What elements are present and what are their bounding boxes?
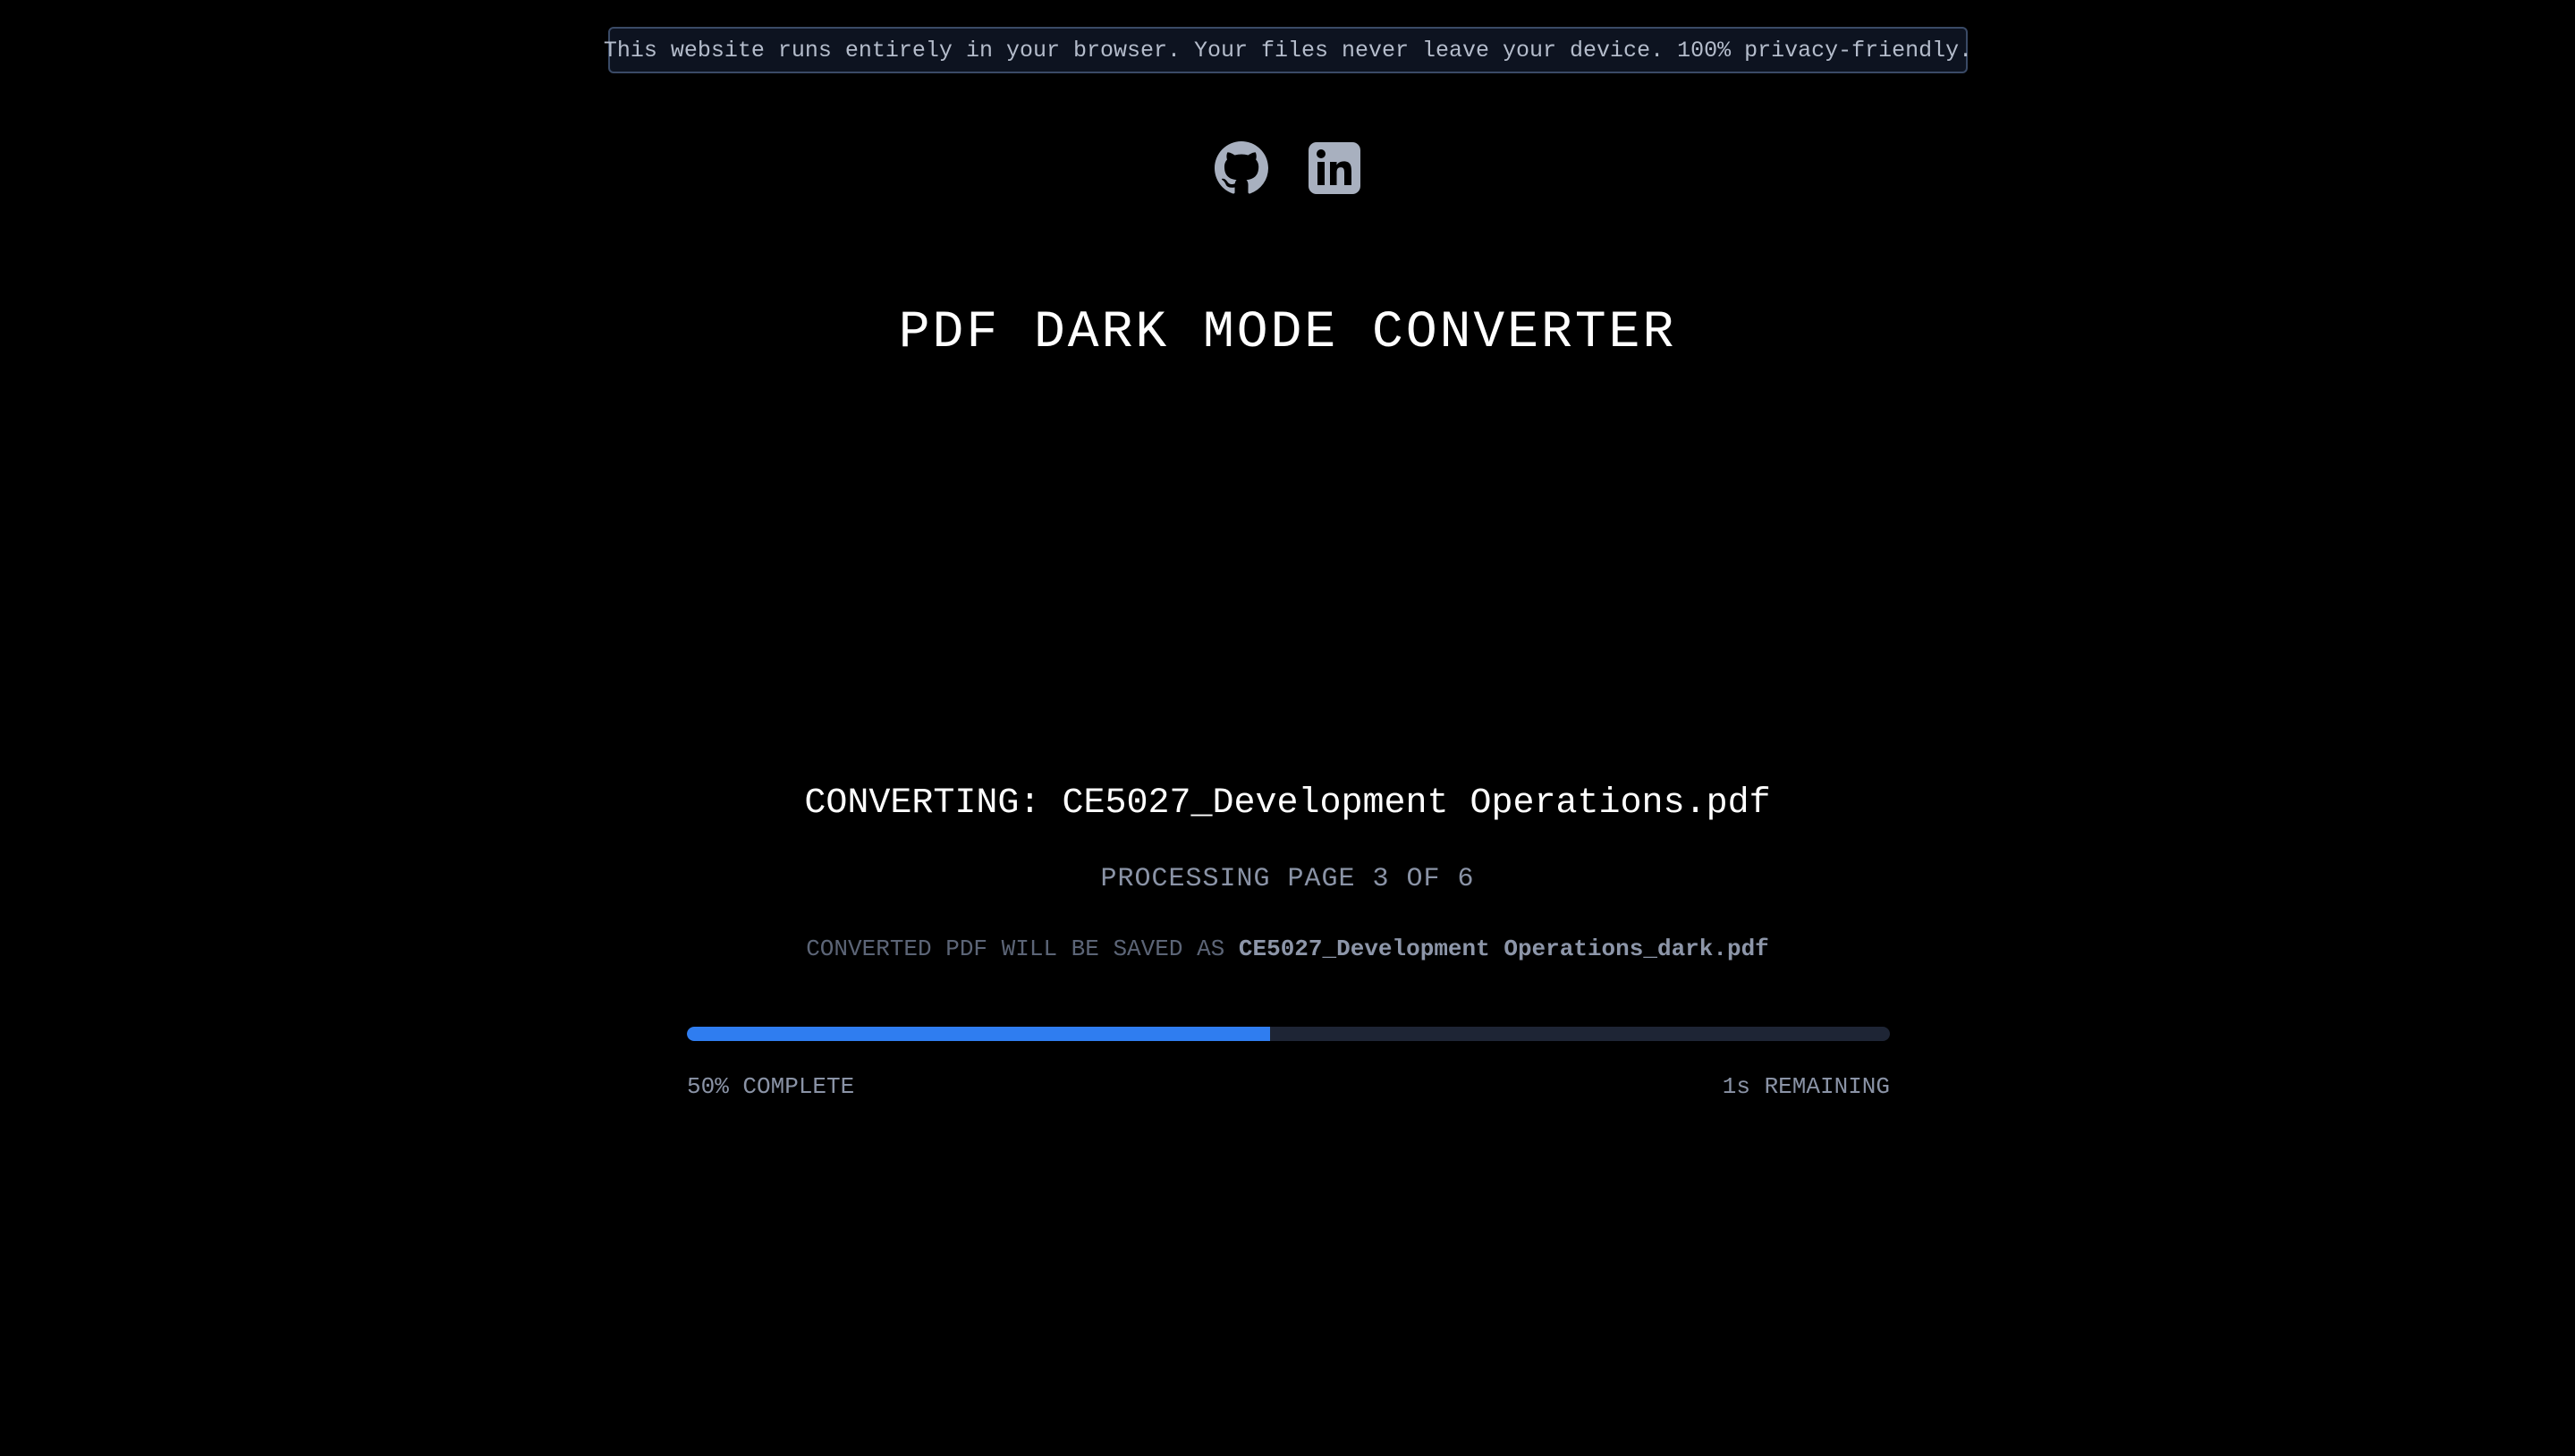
page: This website runs entirely in your brows… bbox=[0, 0, 2575, 1456]
social-links bbox=[0, 141, 2575, 195]
output-filename-note: CONVERTED PDF WILL BE SAVED AS CE5027_De… bbox=[0, 935, 2575, 962]
linkedin-link[interactable] bbox=[1308, 141, 1361, 195]
progress-percent: 50% COMPLETE bbox=[687, 1073, 855, 1100]
github-icon bbox=[1214, 141, 1268, 194]
privacy-banner: This website runs entirely in your brows… bbox=[604, 27, 1972, 73]
time-remaining: 1s REMAINING bbox=[1722, 1073, 1890, 1100]
input-filename: CE5027_Development Operations.pdf bbox=[1062, 783, 1771, 824]
progress-fill bbox=[687, 1027, 1271, 1041]
converting-status: CONVERTING: CE5027_Development Operation… bbox=[0, 783, 2575, 824]
saved-as-label: CONVERTED PDF WILL BE SAVED AS bbox=[806, 935, 1225, 962]
progress-bar bbox=[687, 1027, 1890, 1041]
github-link[interactable] bbox=[1214, 141, 1268, 195]
converting-label: CONVERTING: bbox=[804, 783, 1041, 824]
linkedin-icon bbox=[1308, 142, 1360, 194]
processing-status: PROCESSING PAGE 3 OF 6 bbox=[1100, 864, 1475, 894]
privacy-banner-text: This website runs entirely in your brows… bbox=[603, 37, 1973, 63]
page-title: PDF DARK MODE CONVERTER bbox=[898, 304, 1677, 362]
output-filename: CE5027_Development Operations_dark.pdf bbox=[1238, 935, 1769, 962]
